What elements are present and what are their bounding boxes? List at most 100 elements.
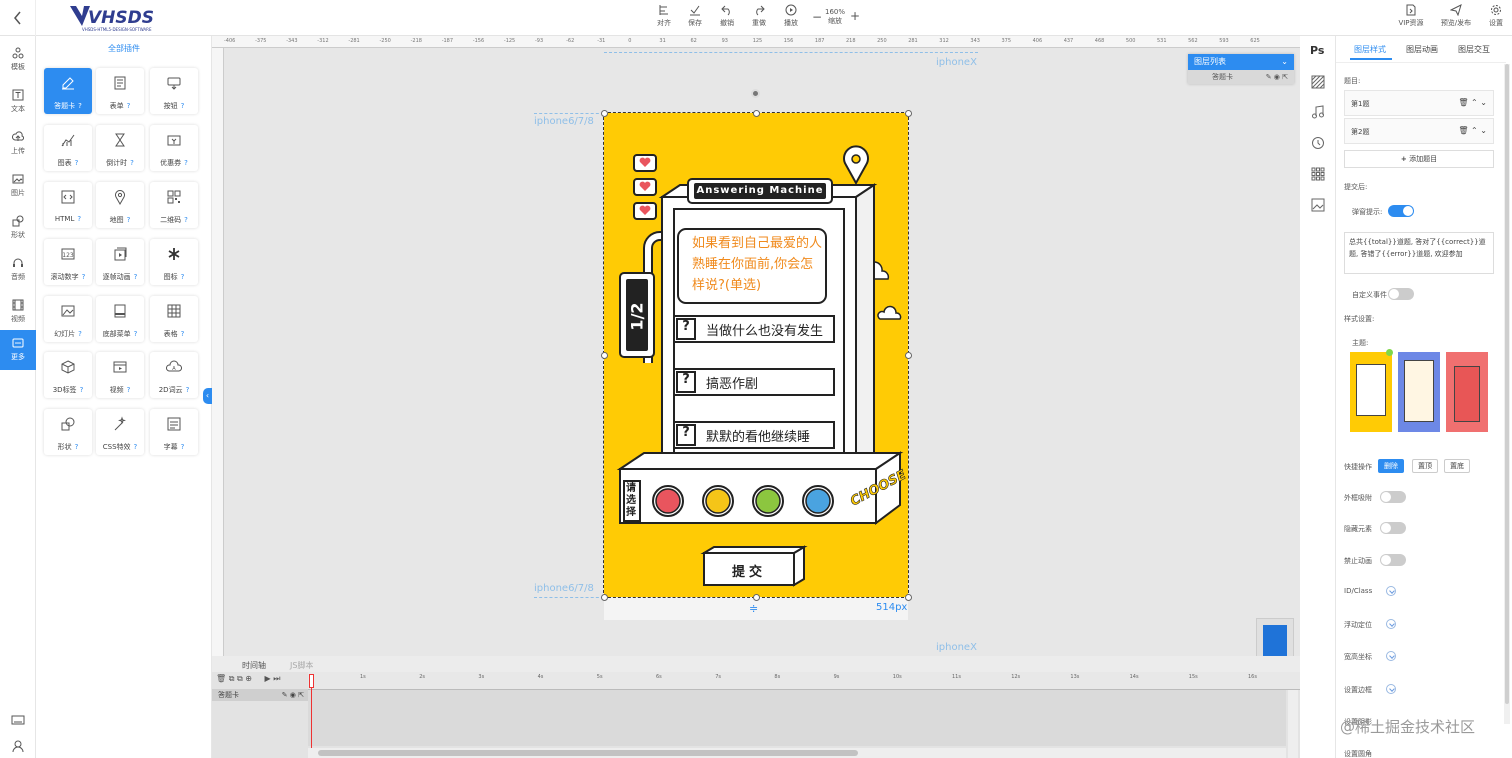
play-button[interactable]: 播放 xyxy=(776,4,806,28)
timeline-vscroll[interactable] xyxy=(1288,690,1298,758)
settings-button[interactable]: 设置 xyxy=(1482,4,1510,28)
user-button[interactable] xyxy=(11,739,25,755)
nav-text[interactable]: 文本 xyxy=(0,82,36,122)
nav-more[interactable]: 更多 xyxy=(0,330,36,370)
hide-element-switch[interactable] xyxy=(1380,522,1406,534)
publish-button[interactable]: 预览/发布 xyxy=(1436,4,1476,28)
zoom-out-button[interactable]: − xyxy=(812,10,822,24)
align-button[interactable]: 对齐 xyxy=(649,4,679,28)
save-button[interactable]: 保存 xyxy=(680,4,710,28)
help-icon[interactable]: ? xyxy=(181,330,185,338)
nav-image[interactable]: 图片 xyxy=(0,166,36,206)
plugin-bottom-menu[interactable]: 底部菜单? xyxy=(96,296,144,342)
help-icon[interactable]: ? xyxy=(80,386,84,394)
delete-icon[interactable]: 🗑 xyxy=(216,674,226,683)
help-icon[interactable]: ? xyxy=(82,273,86,281)
id-class-expand-icon[interactable] xyxy=(1386,586,1396,596)
add-question-button[interactable]: + 添加题目 xyxy=(1344,150,1494,168)
plugin-table[interactable]: 表格? xyxy=(150,296,198,342)
plugin-map-pin[interactable]: 地图? xyxy=(96,182,144,228)
resize-handle[interactable] xyxy=(753,110,760,117)
resize-handle[interactable] xyxy=(601,110,608,117)
option-1-text[interactable]: 当做什么也没有发生 xyxy=(706,320,834,339)
grid-icon[interactable] xyxy=(1311,167,1325,181)
timeline-toolbar[interactable]: 🗑 ⧉ ⧉ ⊕ ▶ ⏭ xyxy=(212,674,308,688)
size-coords-expand-icon[interactable] xyxy=(1386,651,1396,661)
plugin-chart[interactable]: 图表? xyxy=(44,125,92,171)
nav-audio[interactable]: 音频 xyxy=(0,250,36,290)
resize-handle[interactable] xyxy=(601,594,608,601)
music-icon[interactable] xyxy=(1311,105,1325,119)
redo-button[interactable]: 重做 xyxy=(744,4,774,28)
paste-icon[interactable]: ⧉ xyxy=(237,674,243,683)
layer-item[interactable]: 答题卡 ✎ ◉ ⇱ xyxy=(1188,70,1294,84)
next-icon[interactable]: ⏭ xyxy=(273,674,280,683)
plugin-cloud[interactable]: A 2D词云? xyxy=(150,352,198,398)
question-item-2-actions[interactable]: 🗑 ⌃ ⌄ xyxy=(1458,126,1487,135)
plugin-shape[interactable]: 形状? xyxy=(44,409,92,455)
photoshop-button[interactable]: Ps xyxy=(1310,44,1324,57)
back-button[interactable] xyxy=(0,0,36,36)
frame-snap-switch[interactable] xyxy=(1380,491,1406,503)
rotate-handle[interactable] xyxy=(751,89,760,98)
nav-template[interactable]: 模板 xyxy=(0,40,36,80)
theme-yellow[interactable] xyxy=(1350,349,1393,432)
picture-icon[interactable] xyxy=(1311,198,1325,212)
help-icon[interactable]: ? xyxy=(127,386,131,394)
add-circle-icon[interactable]: ⊕ xyxy=(245,674,252,683)
plugin-hourglass[interactable]: 倒计时? xyxy=(96,125,144,171)
help-icon[interactable]: ? xyxy=(78,330,82,338)
undo-button[interactable]: 撤销 xyxy=(712,4,742,28)
tab-layer-style[interactable]: 图层样式 xyxy=(1354,44,1386,55)
question-item-1-actions[interactable]: 🗑 ⌃ ⌄ xyxy=(1458,98,1487,107)
delete-button[interactable]: 删除 xyxy=(1378,459,1404,473)
help-icon[interactable]: ? xyxy=(127,102,131,110)
submit-button[interactable]: 提交 xyxy=(704,561,794,580)
float-position-expand-icon[interactable] xyxy=(1386,619,1396,629)
playhead-handle[interactable] xyxy=(309,674,314,688)
popup-tip-switch[interactable] xyxy=(1388,205,1414,217)
resize-handle[interactable] xyxy=(905,352,912,359)
plugin-qrcode[interactable]: 二维码? xyxy=(150,182,198,228)
help-icon[interactable]: ? xyxy=(127,216,131,224)
plugin-code[interactable]: HTML? xyxy=(44,182,92,228)
border-expand-icon[interactable] xyxy=(1386,684,1396,694)
question-item-2[interactable]: 第2题 🗑 ⌃ ⌄ xyxy=(1344,118,1494,144)
plugin-number[interactable]: 123 滚动数字? xyxy=(44,239,92,285)
help-icon[interactable]: ? xyxy=(78,102,82,110)
tab-layer-animation[interactable]: 图层动画 xyxy=(1406,44,1438,55)
resize-handle[interactable] xyxy=(905,594,912,601)
plugin-frame[interactable]: 逐帧动画? xyxy=(96,239,144,285)
theme-blue[interactable] xyxy=(1398,352,1440,432)
answer-card-element[interactable]: Answering Machine 1/2 如果看到自己最爱的人熟睡在你面前,你… xyxy=(603,112,909,598)
copy-icon[interactable]: ⧉ xyxy=(229,674,235,683)
plugin-button[interactable]: 按钮? xyxy=(150,68,198,114)
help-icon[interactable]: ? xyxy=(77,215,81,223)
resize-handle[interactable] xyxy=(753,594,760,601)
properties-scrollbar[interactable] xyxy=(1504,64,1510,724)
color-button[interactable] xyxy=(805,488,831,514)
help-icon[interactable]: ? xyxy=(184,216,188,224)
plugin-coupon[interactable]: 优惠券? xyxy=(150,125,198,171)
question-item-1[interactable]: 第1题 🗑 ⌃ ⌄ xyxy=(1344,90,1494,116)
help-icon[interactable]: ? xyxy=(134,273,138,281)
tab-js-script[interactable]: JS脚本 xyxy=(290,660,313,671)
plugin-subtitle[interactable]: 字幕? xyxy=(150,409,198,455)
layer-list-header[interactable]: 图层列表 ⌄ xyxy=(1188,54,1294,70)
plugin-asterisk[interactable]: 图标? xyxy=(150,239,198,285)
collapse-panel-button[interactable]: ‹ xyxy=(203,388,212,404)
send-to-bottom-button[interactable]: 置底 xyxy=(1444,459,1470,473)
history-icon[interactable] xyxy=(1311,136,1325,150)
tab-layer-interaction[interactable]: 图层交互 xyxy=(1458,44,1490,55)
option-3-text[interactable]: 默默的看他继续睡 xyxy=(706,426,834,445)
help-icon[interactable]: ? xyxy=(130,159,134,167)
nav-upload[interactable]: 上传 xyxy=(0,124,36,164)
color-button[interactable] xyxy=(655,488,681,514)
timeline-layer-row[interactable]: 答题卡 ✎ ◉ ⇱ xyxy=(212,689,308,701)
help-icon[interactable]: ? xyxy=(181,273,185,281)
help-icon[interactable]: ? xyxy=(184,159,188,167)
resize-height-handle[interactable]: ≑ xyxy=(749,602,758,615)
nav-shape[interactable]: 形状 xyxy=(0,208,36,248)
plugin-cube[interactable]: 3D标签? xyxy=(44,352,92,398)
help-icon[interactable]: ? xyxy=(75,443,79,451)
